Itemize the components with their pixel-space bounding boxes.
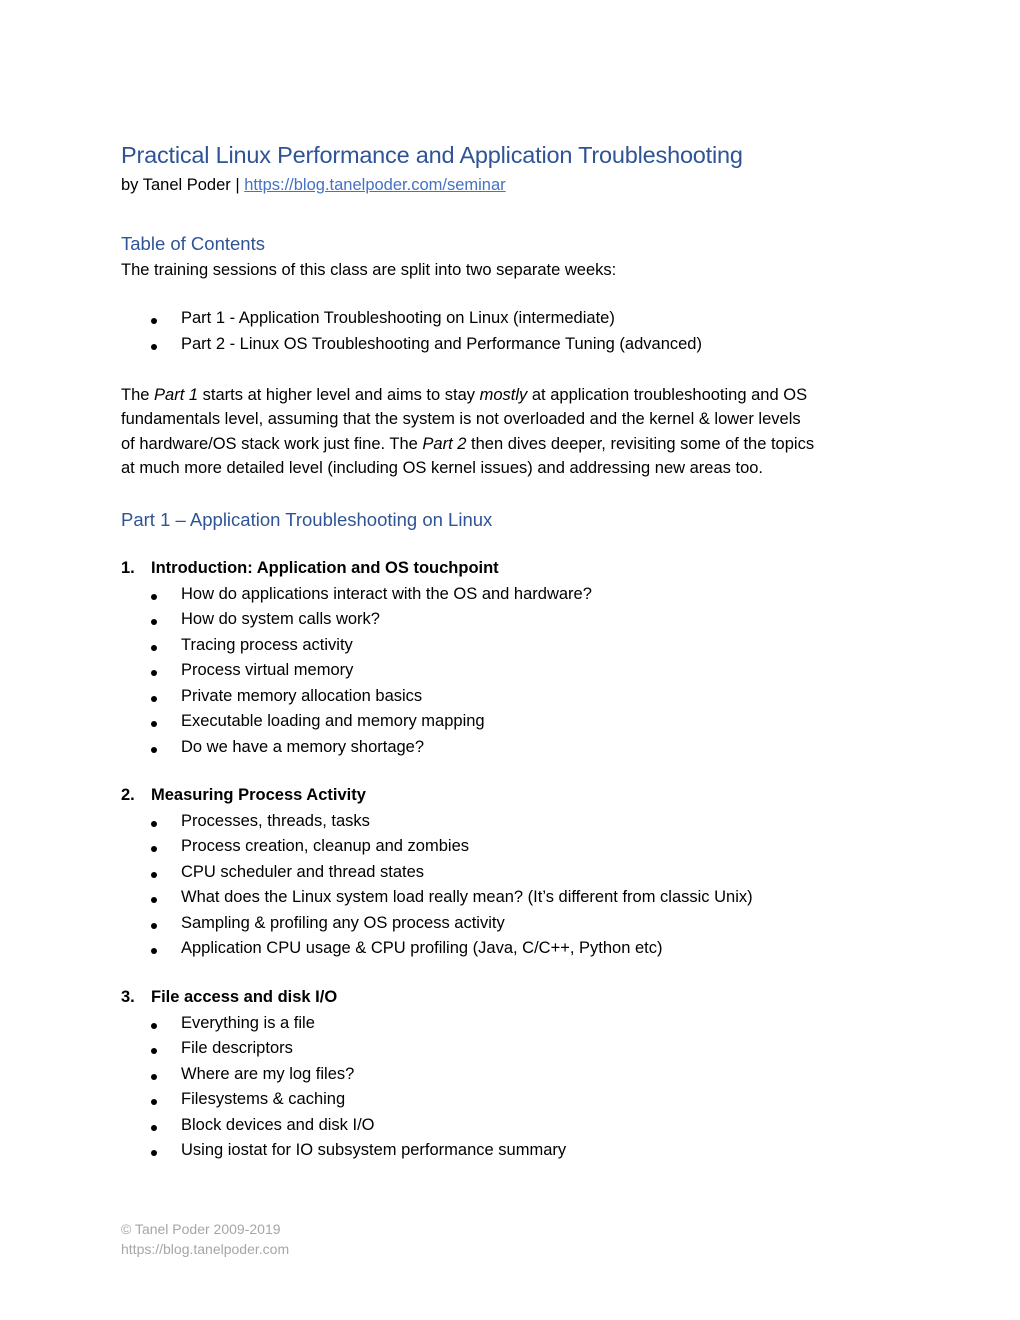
seminar-link[interactable]: https://blog.tanelpoder.com/seminar <box>244 176 505 194</box>
bullet-icon <box>151 670 157 676</box>
toc-intro: The training sessions of this class are … <box>121 261 617 279</box>
document-title: Practical Linux Performance and Applicat… <box>121 142 743 168</box>
bullet-icon <box>151 897 157 903</box>
bullet-icon <box>151 1124 157 1131</box>
bullet-icon <box>151 1150 157 1156</box>
bullet-icon <box>151 922 157 929</box>
bullet-icon <box>151 746 157 753</box>
bullet-icon <box>151 619 157 625</box>
overview-paragraph: The Part 1 starts at higher level and ai… <box>121 386 815 477</box>
footer-url: https://blog.tanelpoder.com <box>121 1241 290 1257</box>
bullet-icon <box>151 695 157 702</box>
bullet-icon <box>151 1022 157 1029</box>
section-title: File access and disk I/O <box>151 988 338 1006</box>
bullet-icon <box>151 344 157 350</box>
bullet-icon <box>151 1099 157 1105</box>
bullet-icon <box>151 721 157 727</box>
section-title: Measuring Process Activity <box>151 786 366 804</box>
bullet-icon <box>151 948 157 954</box>
bullet-icon <box>151 644 157 651</box>
bullet-icon <box>151 593 157 600</box>
section-number: 1. <box>121 559 135 577</box>
bullet-icon <box>151 1073 157 1080</box>
footer-copyright: © Tanel Poder 2009-2019 <box>121 1221 281 1237</box>
bullet-icon <box>151 871 157 878</box>
bullet-icon <box>151 318 157 324</box>
byline-author: by Tanel Poder | <box>121 176 245 194</box>
bullet-icon <box>151 846 157 852</box>
section-title: Introduction: Application and OS touchpo… <box>151 559 499 577</box>
section-number: 2. <box>121 786 135 804</box>
bullet-icon <box>151 820 157 827</box>
bullet-icon <box>151 1048 157 1054</box>
byline: by Tanel Poder | https://blog.tanelpoder… <box>121 176 506 195</box>
toc-heading: Table of Contents <box>121 233 265 254</box>
section-number: 3. <box>121 988 135 1006</box>
part1-heading: Part 1 – Application Troubleshooting on … <box>121 509 493 530</box>
